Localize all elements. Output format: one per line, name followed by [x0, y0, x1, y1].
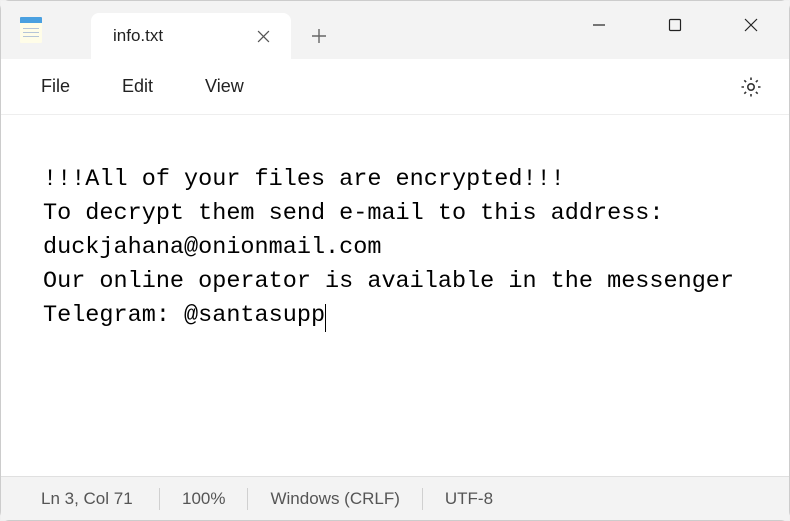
minimize-icon: [592, 18, 606, 32]
close-icon: [744, 18, 758, 32]
notepad-icon: [20, 17, 42, 43]
close-window-button[interactable]: [713, 1, 789, 49]
close-icon: [257, 30, 270, 43]
app-icon: [1, 1, 43, 59]
text-editor[interactable]: !!!All of your files are encrypted!!! To…: [1, 115, 789, 476]
status-encoding: UTF-8: [423, 486, 515, 512]
tab-close-button[interactable]: [249, 22, 277, 50]
tab-active[interactable]: info.txt: [91, 13, 291, 59]
window-controls: [561, 1, 789, 49]
maximize-icon: [668, 18, 682, 32]
status-zoom[interactable]: 100%: [160, 486, 247, 512]
settings-button[interactable]: [731, 67, 771, 107]
menu-file[interactable]: File: [19, 68, 92, 105]
plus-icon: [311, 28, 327, 44]
notepad-window: info.txt File Edit View: [0, 0, 790, 521]
statusbar: Ln 3, Col 71 100% Windows (CRLF) UTF-8: [1, 476, 789, 520]
minimize-button[interactable]: [561, 1, 637, 49]
status-position: Ln 3, Col 71: [19, 486, 159, 512]
titlebar: info.txt: [1, 1, 789, 59]
tab-title: info.txt: [113, 26, 163, 46]
new-tab-button[interactable]: [295, 13, 343, 59]
menu-view[interactable]: View: [183, 68, 266, 105]
gear-icon: [739, 75, 763, 99]
menubar: File Edit View: [1, 59, 789, 115]
editor-content: !!!All of your files are encrypted!!! To…: [43, 166, 748, 329]
status-line-ending: Windows (CRLF): [248, 486, 421, 512]
text-caret: [325, 304, 326, 332]
tab-strip: info.txt: [43, 1, 343, 59]
maximize-button[interactable]: [637, 1, 713, 49]
menu-edit[interactable]: Edit: [100, 68, 175, 105]
